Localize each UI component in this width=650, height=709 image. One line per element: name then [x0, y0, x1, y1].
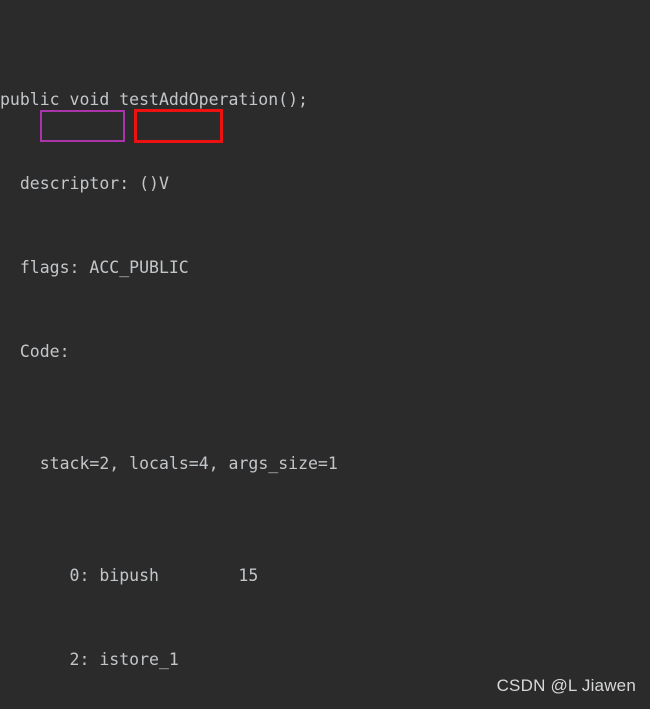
attr-separator-2: , [208, 454, 229, 473]
args-size-value: args_size=1 [228, 454, 338, 473]
code-output: public void testAddOperation(); descript… [0, 0, 650, 709]
method-flags-line: flags: ACC_PUBLIC [0, 258, 189, 277]
method-descriptor-line: descriptor: ()V [0, 174, 169, 193]
stack-value: stack=2 [39, 454, 110, 473]
bytecode-instruction: 0: bipush 15 [0, 566, 259, 585]
attr-separator-1: , [109, 454, 130, 473]
method-signature-line: public void testAddOperation(); [0, 90, 308, 109]
code-attribute-label: Code: [0, 342, 70, 361]
code-attributes-line: stack=2, locals=4, args_size=1 [0, 450, 650, 478]
javap-output-screen: public void testAddOperation(); descript… [0, 0, 650, 709]
csdn-watermark: CSDN @L Jiawen [496, 676, 636, 695]
locals-value: locals=4 [129, 454, 209, 473]
bytecode-instruction: 2: istore_1 [0, 650, 179, 669]
